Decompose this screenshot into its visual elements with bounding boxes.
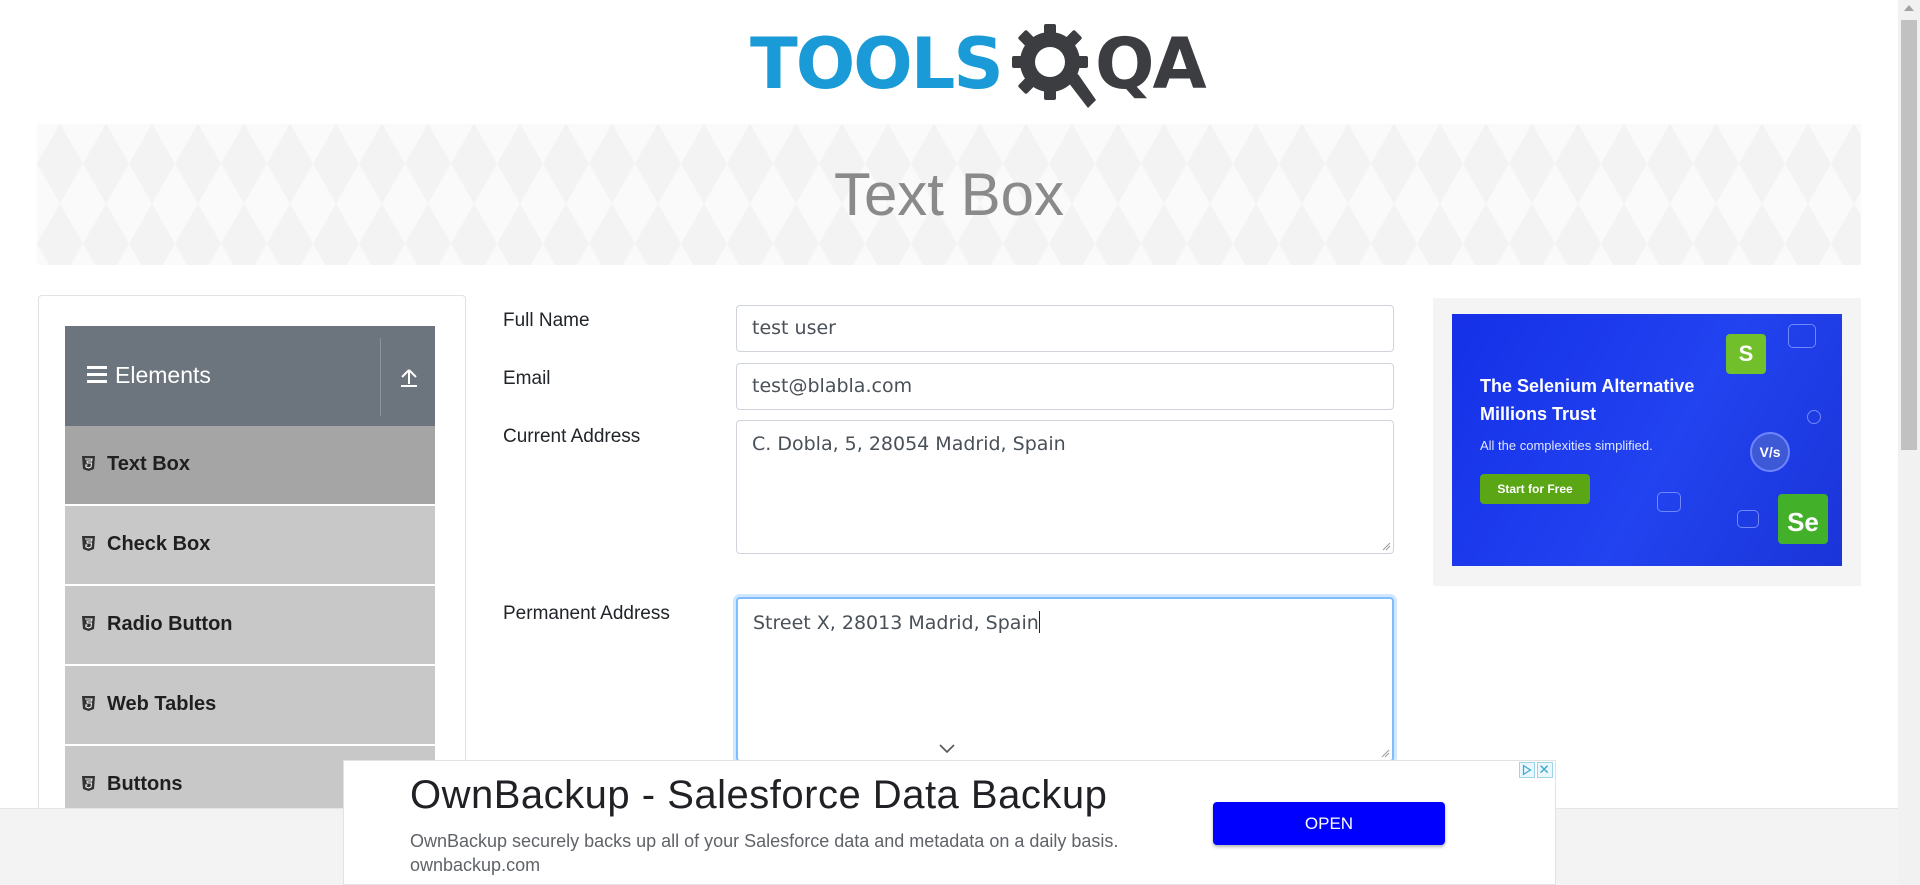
sidebar-item-text-box[interactable]: Text Box <box>65 426 435 506</box>
right-ad-banner[interactable]: S V/s Se The Selenium Alternative Millio… <box>1452 314 1842 566</box>
vertical-scrollbar[interactable] <box>1898 0 1920 885</box>
sidebar-item-radio-button[interactable]: Radio Button <box>65 586 435 666</box>
logo-tools-text: TOOLS <box>750 23 1004 105</box>
header-divider <box>380 338 381 416</box>
sidebar-item-label: Web Tables <box>107 693 217 715</box>
scrollbar-thumb[interactable] <box>1901 20 1917 450</box>
full-name-input[interactable]: test user <box>736 305 1394 352</box>
email-label: Email <box>503 368 551 389</box>
sidebar-group-title: Elements <box>115 362 211 388</box>
logo-qa-wrap: QA <box>1095 23 1207 105</box>
current-address-label: Current Address <box>503 426 641 447</box>
start-for-free-button[interactable]: Start for Free <box>1480 474 1590 504</box>
sidebar-item-label: Text Box <box>107 453 190 475</box>
html5-icon <box>82 456 95 471</box>
bottom-ad-banner[interactable]: OwnBackup - Salesforce Data Backup OwnBa… <box>343 760 1556 885</box>
permanent-address-label: Permanent Address <box>503 603 670 624</box>
sidebar-item-label: Check Box <box>107 533 211 555</box>
page-title: Text Box <box>833 161 1065 228</box>
scroll-up-arrow-icon[interactable] <box>1904 5 1914 11</box>
full-name-label: Full Name <box>503 310 590 331</box>
code-icon <box>1788 324 1816 348</box>
sidebar-group-elements[interactable]: Elements <box>65 326 435 426</box>
sidebar-item-label: Buttons <box>107 773 183 795</box>
html5-icon <box>82 776 95 791</box>
hamburger-menu-icon <box>87 366 107 384</box>
permanent-address-value: Street X, 28013 Madrid, Spain <box>753 612 1039 634</box>
text-caret <box>1038 611 1040 633</box>
sidebar-item-web-tables[interactable]: Web Tables <box>65 666 435 746</box>
sidebar-item-check-box[interactable]: Check Box <box>65 506 435 586</box>
selenium-logo-icon: Se <box>1778 494 1828 544</box>
bottom-ad-description: OwnBackup securely backs up all of your … <box>410 831 1119 875</box>
current-address-textarea[interactable]: C. Dobla, 5, 28054 Madrid, Spain <box>736 420 1394 554</box>
logo-qa-text: QA <box>1095 23 1207 105</box>
sidebar-item-label: Radio Button <box>107 613 233 635</box>
eye-icon <box>1807 410 1821 424</box>
s-logo-icon: S <box>1726 334 1766 374</box>
chevron-down-icon[interactable] <box>938 743 956 755</box>
email-input[interactable]: test@blabla.com <box>736 363 1394 410</box>
logo-text: TOOLS <box>750 23 1004 105</box>
browser-icon <box>1657 492 1681 512</box>
ad-headline: The Selenium Alternative Millions Trust <box>1480 376 1695 424</box>
adchoices-icon[interactable] <box>1519 762 1535 778</box>
collapse-group-button[interactable] <box>383 326 435 426</box>
html5-icon <box>82 616 95 631</box>
bottom-ad-title[interactable]: OwnBackup - Salesforce Data Backup <box>410 773 1107 818</box>
gear-magnifier-icon <box>1012 24 1096 108</box>
open-button[interactable]: OPEN <box>1213 802 1445 845</box>
upload-arrow-icon <box>401 369 417 387</box>
resize-handle-icon[interactable] <box>1382 542 1391 551</box>
current-address-value: C. Dobla, 5, 28054 Madrid, Spain <box>752 433 1066 455</box>
image-icon <box>1737 510 1759 528</box>
html5-icon <box>82 536 95 551</box>
html5-icon <box>82 696 95 711</box>
permanent-address-textarea[interactable]: Street X, 28013 Madrid, Spain <box>736 597 1394 762</box>
close-ad-icon[interactable] <box>1537 762 1553 778</box>
ad-subtext: All the complexities simplified. <box>1480 438 1653 453</box>
page-banner: Text Box <box>37 124 1861 265</box>
toolsqa-logo[interactable]: TOOLS QA <box>750 18 1207 114</box>
right-ad-container: S V/s Se The Selenium Alternative Millio… <box>1433 298 1861 586</box>
versus-badge: V/s <box>1750 432 1790 472</box>
resize-handle-icon[interactable] <box>1381 749 1390 758</box>
page: TOOLS QA Text Box Elements Text Box Chec… <box>0 0 1898 885</box>
